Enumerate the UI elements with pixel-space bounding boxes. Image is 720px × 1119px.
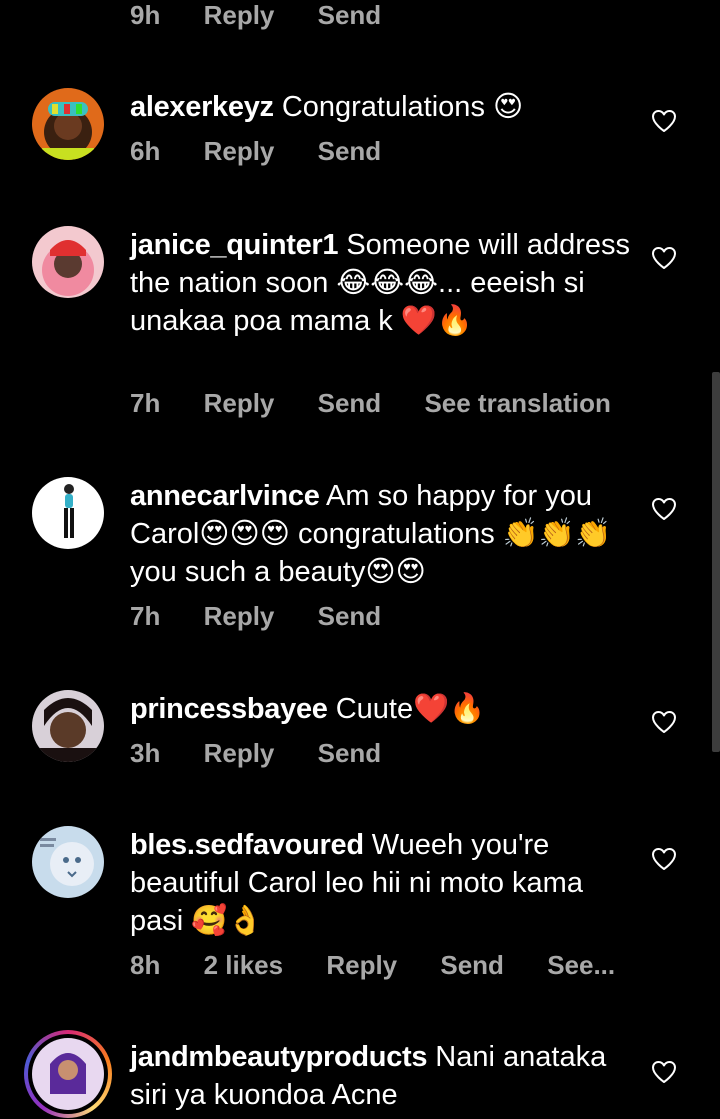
comment-time: 7h — [130, 388, 161, 418]
reply-button[interactable]: Reply — [326, 950, 397, 980]
avatar[interactable] — [32, 826, 104, 898]
reply-button[interactable]: Reply — [204, 738, 275, 768]
heart-icon[interactable] — [651, 246, 677, 270]
see-translation-button[interactable]: See translation — [424, 388, 610, 418]
comment-username[interactable]: princessbayee — [130, 693, 328, 725]
avatar[interactable] — [32, 226, 104, 298]
send-button[interactable]: Send — [318, 738, 382, 768]
comment-meta: 3h Reply Send — [130, 738, 417, 769]
heart-icon[interactable] — [651, 109, 677, 133]
comment-text: Congratulations 😍 — [281, 91, 524, 123]
reply-button[interactable]: Reply — [204, 388, 275, 418]
likes-count[interactable]: 2 likes — [204, 950, 284, 980]
reply-button[interactable]: Reply — [204, 136, 275, 166]
comment-text: Cuute❤️🔥 — [335, 693, 486, 725]
comment-meta: 6h Reply Send — [130, 136, 417, 167]
heart-icon[interactable] — [651, 847, 677, 871]
send-button[interactable]: Send — [318, 136, 382, 166]
comment-meta: 7h Reply Send — [130, 601, 417, 632]
reply-button[interactable]: Reply — [204, 601, 275, 631]
comment-meta: 7h Reply Send See translation — [130, 388, 647, 419]
comment-username[interactable]: janice_quinter1 — [130, 229, 339, 261]
comment-meta: 8h 2 likes Reply Send See... — [130, 950, 651, 981]
avatar[interactable] — [32, 88, 104, 160]
comment-time: 6h — [130, 136, 161, 166]
heart-icon[interactable] — [651, 497, 677, 521]
comment-time: 8h — [130, 950, 161, 980]
comment-time: 3h — [130, 738, 161, 768]
see-more-button[interactable]: See... — [547, 950, 615, 980]
send-button[interactable]: Send — [318, 0, 382, 30]
previous-comment-meta: 9h Reply Send — [130, 0, 417, 31]
avatar[interactable] — [32, 477, 104, 549]
comment-username[interactable]: bles.sedfavoured — [130, 829, 364, 861]
comment-username[interactable]: alexerkeyz — [130, 91, 274, 123]
avatar — [28, 1034, 108, 1114]
comment-time: 7h — [130, 601, 161, 631]
avatar[interactable] — [32, 690, 104, 762]
send-button[interactable]: Send — [440, 950, 504, 980]
scrollbar[interactable] — [712, 372, 720, 752]
comment-time: 9h — [130, 0, 161, 30]
heart-icon[interactable] — [651, 710, 677, 734]
send-button[interactable]: Send — [318, 388, 382, 418]
story-ring-avatar[interactable] — [24, 1030, 112, 1118]
send-button[interactable]: Send — [318, 601, 382, 631]
comment-username[interactable]: jandmbeautyproducts — [130, 1041, 428, 1073]
comment-username[interactable]: annecarlvince — [130, 480, 320, 512]
heart-icon[interactable] — [651, 1060, 677, 1084]
reply-button[interactable]: Reply — [204, 0, 275, 30]
